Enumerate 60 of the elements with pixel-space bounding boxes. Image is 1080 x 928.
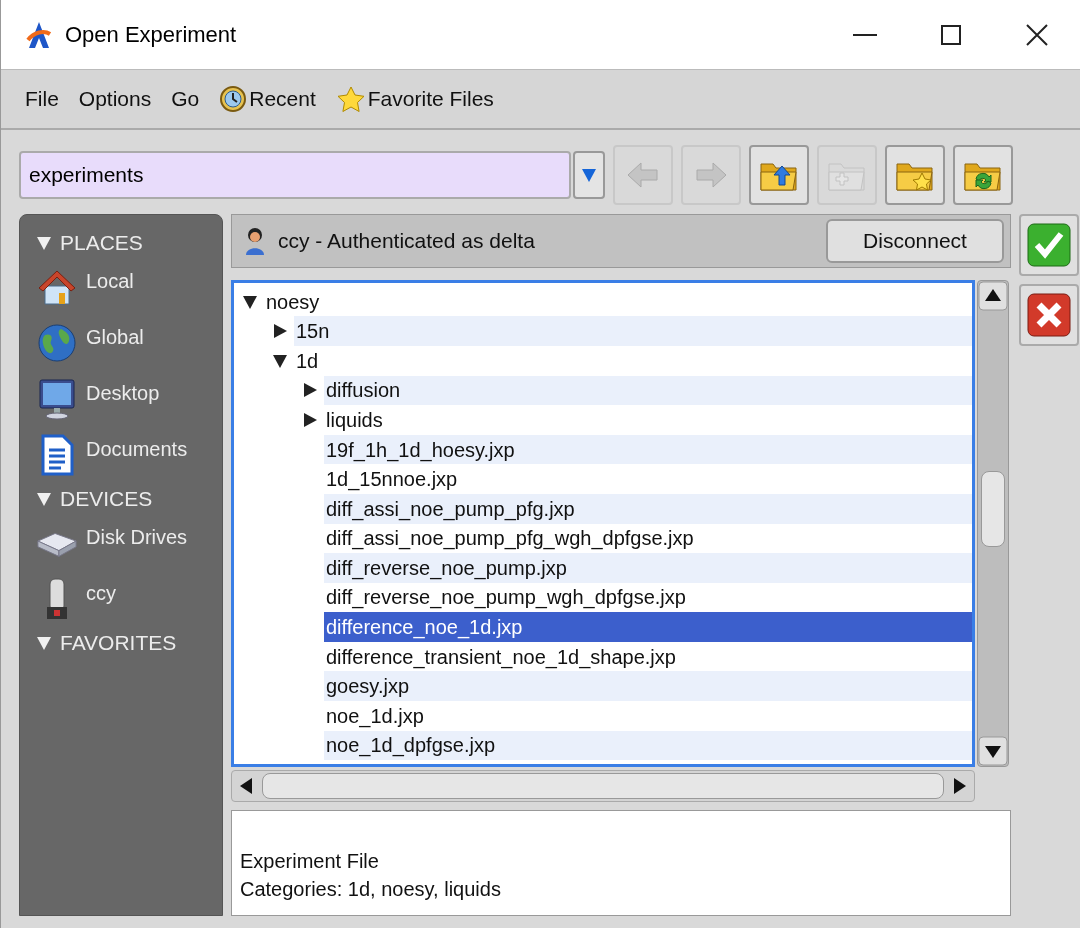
scroll-thumb[interactable] [981,470,1005,547]
sidebar-item[interactable]: Disk Drives [36,515,222,571]
document-icon [39,434,75,476]
left-arrow-icon [625,160,661,190]
info-text: Experiment File [240,849,380,874]
user-icon [244,225,266,256]
sidebar-section-header[interactable]: PLACES [36,227,222,259]
menu-item[interactable]: Favorite Files [335,83,494,115]
info-text: Categories: 1d, noesy, liquids [240,877,502,902]
monitor-icon [37,378,77,420]
sidebar-item[interactable]: Global [36,315,222,371]
star-icon [335,85,366,113]
minimize-icon [853,33,877,36]
vertical-scrollbar[interactable] [977,279,1009,768]
menu-item[interactable]: Go [171,83,200,115]
tree-leaf[interactable]: diff_assi_noe_pump_pfg.jxp [324,493,972,524]
connection-status: ccy - Authenticated as delta [278,228,536,255]
sidebar-item[interactable]: Local [36,259,222,315]
dropdown-caret-icon [581,167,597,183]
sidebar-item[interactable]: ccy [36,571,222,627]
sidebar-section-header[interactable]: DEVICES [36,483,222,515]
collapsed-triangle-icon[interactable] [302,382,318,399]
sidebar-item[interactable]: Documents [36,427,222,483]
house-icon [37,268,77,306]
expanded-triangle-icon[interactable] [272,352,288,369]
tree-leaf[interactable]: noe_1d_dpfgse.jxp [324,730,972,761]
right-arrow-icon [693,160,729,190]
collapsed-triangle-icon[interactable] [302,411,318,428]
clock-icon [219,85,248,113]
tree-leaf[interactable]: goesy.jxp [324,671,972,702]
toolbar-button[interactable] [885,145,945,205]
path-field[interactable]: experiments [19,151,571,199]
sidebar-item[interactable]: Desktop [36,371,222,427]
expanded-triangle-icon[interactable] [242,293,258,310]
tree-folder[interactable]: 15n [294,316,972,346]
checkmark-icon [1027,223,1071,267]
scroll-up-icon[interactable] [978,280,1008,311]
cancel-button[interactable] [1019,284,1079,346]
tree-folder[interactable]: diffusion [324,375,972,406]
maximize-icon [941,24,961,45]
globe-icon [37,323,77,363]
scroll-down-icon[interactable] [978,736,1008,767]
window-title: Open Experiment [65,21,237,49]
menu-item[interactable]: Recent [219,83,316,115]
close-icon [1026,23,1048,46]
menu-item[interactable]: File [25,83,59,115]
toolbar-button[interactable] [749,145,809,205]
scroll-thumb[interactable] [262,773,944,800]
collapsed-triangle-icon[interactable] [272,323,288,340]
sidebar-section-header[interactable]: FAVORITES [36,627,222,659]
ok-button[interactable] [1019,214,1079,276]
disconnect-button[interactable]: Disconnect [826,218,1004,263]
tree-leaf[interactable]: diff_reverse_noe_pump.jxp [324,553,972,583]
x-icon [1027,293,1071,337]
horizontal-scrollbar[interactable] [231,770,975,803]
menu-item[interactable]: Options [78,83,152,115]
tree-leaf[interactable]: difference_noe_1d.jxp [324,612,972,642]
tree-leaf[interactable]: 19f_1h_1d_hoesy.jxp [324,434,972,465]
toolbar-button[interactable] [953,145,1013,205]
dropdown-button[interactable] [573,151,605,199]
